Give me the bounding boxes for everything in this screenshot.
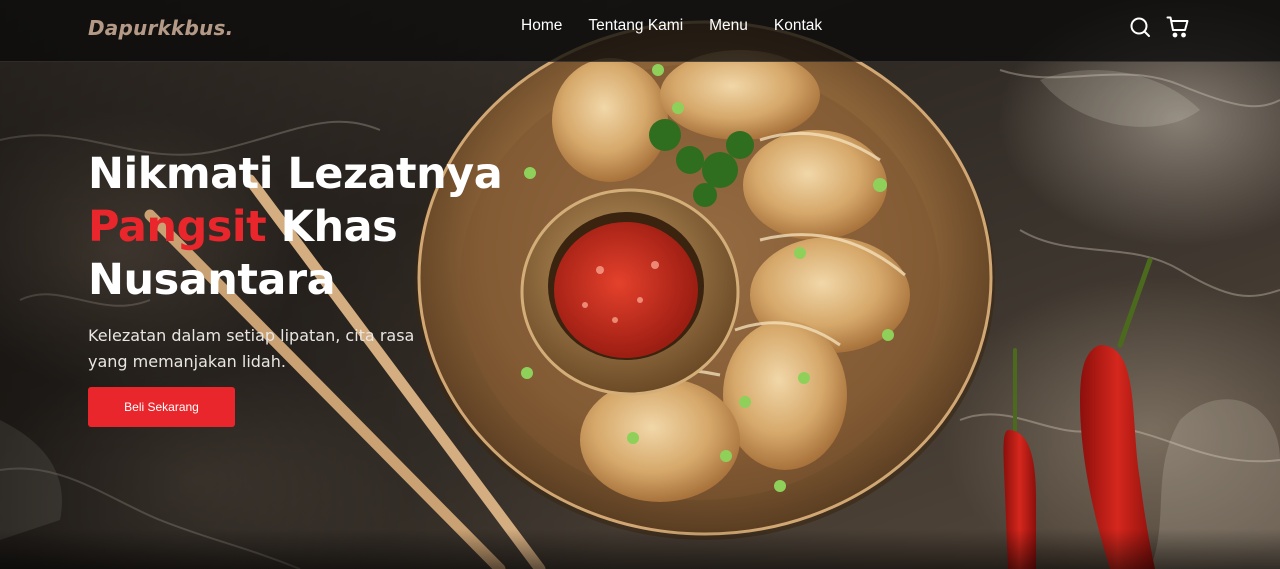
search-icon[interactable] <box>1128 15 1152 39</box>
nav-menu: Home Tentang Kami Menu Kontak <box>521 17 848 35</box>
brand-logo[interactable]: Dapurkkbus. <box>88 16 233 40</box>
sambal-bowl <box>520 188 740 396</box>
nav-link-tentang-kami[interactable]: Tentang Kami <box>588 17 683 35</box>
hero-subtitle: Kelezatan dalam setiap lipatan, cita ras… <box>88 326 415 371</box>
hero-title-after-accent: Khas <box>266 202 398 252</box>
hero-title-accent: Pangsit <box>88 202 267 252</box>
hero-title-line1: Nikmati Lezatnya <box>88 149 503 199</box>
hero-title-line3: Nusantara <box>88 255 336 305</box>
buy-now-button[interactable]: Beli Sekarang <box>88 387 235 427</box>
nav-link-home[interactable]: Home <box>521 17 562 35</box>
red-chilies <box>1003 257 1155 569</box>
nav-icons <box>1128 15 1190 39</box>
navbar: Dapurkkbus. Home Tentang Kami Menu Konta… <box>0 0 1280 62</box>
nav-link-menu[interactable]: Menu <box>709 17 748 35</box>
hero-title: Nikmati Lezatnya Pangsit Khas Nusantara <box>88 148 528 307</box>
shopping-cart-icon[interactable] <box>1166 15 1190 39</box>
bottom-shade <box>0 529 1280 569</box>
nav-link-kontak[interactable]: Kontak <box>774 17 822 35</box>
